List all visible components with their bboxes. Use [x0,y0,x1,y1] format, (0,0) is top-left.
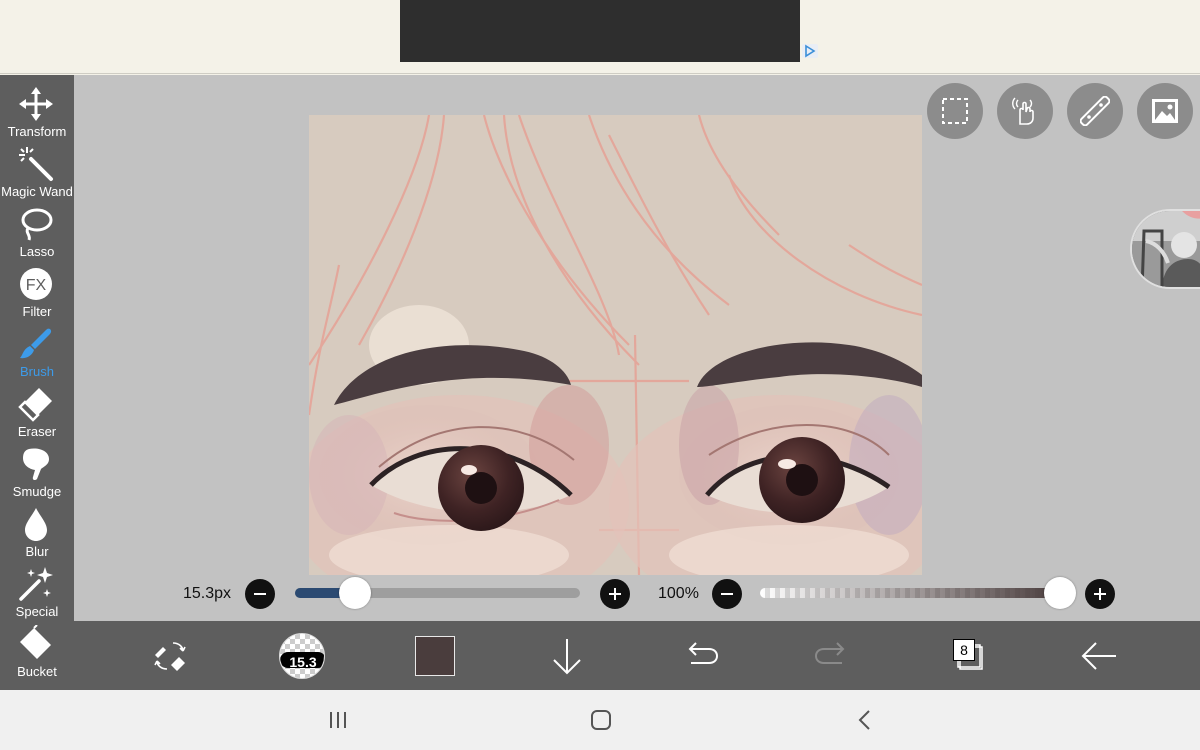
tool-magic-wand[interactable]: Magic Wand [0,142,74,202]
tool-label: Blur [25,544,49,559]
magic-wand-icon [17,145,55,183]
brush-size-label: 15.3px [183,585,232,602]
svg-text:FX: FX [26,277,47,294]
brush-size-decrease-button[interactable] [245,579,275,609]
ruler-button[interactable] [1067,83,1123,139]
lasso-icon [17,205,55,243]
color-picker-button[interactable] [415,636,455,676]
tool-label: Lasso [19,244,55,259]
ad-choices-icon[interactable] [802,44,818,58]
brush-icon [17,325,55,363]
tool-bucket[interactable]: Bucket [0,622,74,682]
tool-eraser[interactable]: Eraser [0,382,74,442]
opacity-decrease-button[interactable] [712,579,742,609]
home-button[interactable] [586,705,616,735]
opacity-increase-button[interactable] [1085,579,1115,609]
reference-image-button[interactable] [1137,83,1193,139]
plus-icon [1094,588,1106,600]
opacity-slider-track[interactable] [760,588,1060,598]
tool-label: Bucket [17,664,57,679]
tool-special[interactable]: Special [0,562,74,622]
eraser-icon [17,385,55,423]
tool-label: Transform [7,124,67,139]
tool-label: Magic Wand [1,184,73,199]
tool-label: Eraser [17,424,57,439]
drawing-canvas[interactable] [309,115,922,575]
recent-apps-icon [330,712,346,728]
undo-icon [688,642,719,664]
undo-button[interactable] [677,633,723,679]
gesture-button[interactable] [997,83,1053,139]
artwork [309,115,922,575]
home-icon [591,710,611,730]
bottom-action-bar: 15.3 8 [74,621,1200,690]
minus-icon [254,593,266,595]
chevron-left-icon [858,710,870,730]
tool-transform[interactable]: Transform [0,82,74,142]
tool-palette: Transform Magic Wand Lasso FX Filter Bru… [0,75,74,690]
ad-banner-area [0,0,1200,74]
tool-label: Brush [20,364,54,379]
tool-blur[interactable]: Blur [0,502,74,562]
brush-size-badge: 15.3 [289,654,317,670]
tool-label: Special [15,604,59,619]
tool-label: Smudge [12,484,62,499]
import-down-button[interactable] [544,633,590,679]
brush-size-slider-track[interactable] [295,588,580,598]
brush-size-button[interactable]: 15.3 [279,633,325,679]
photo-preview [1132,211,1200,287]
sparkle-icon [17,565,55,603]
swap-brush-eraser-icon [154,642,186,671]
bucket-icon [17,625,55,663]
layer-count: 8 [953,639,975,661]
tool-brush[interactable]: Brush [0,322,74,382]
plus-icon [609,588,621,600]
redo-button[interactable] [810,633,856,679]
minus-icon [721,593,733,595]
selection-button[interactable] [927,83,983,139]
tool-label: Filter [22,304,52,319]
system-back-button[interactable] [850,705,880,735]
arrow-down-icon [553,639,581,675]
redo-icon [814,642,845,664]
ruler-icon [1080,96,1110,126]
drop-icon [17,505,55,543]
fx-icon: FX [17,265,55,303]
system-navigation-bar [0,690,1200,750]
move-arrows-icon [17,85,55,123]
brush-size-slider-knob[interactable] [339,577,371,609]
arrow-left-icon [1081,642,1116,670]
tool-filter[interactable]: FX Filter [0,262,74,322]
opacity-slider-knob[interactable] [1044,577,1076,609]
reference-photo-thumbnail[interactable] [1130,209,1200,289]
smudge-icon [17,445,55,483]
tool-smudge[interactable]: Smudge [0,442,74,502]
brush-size-increase-button[interactable] [600,579,630,609]
image-icon [1152,99,1178,123]
canvas-workspace[interactable]: 15.3px 100% [74,75,1200,621]
gesture-hand-icon [1012,97,1034,125]
app-window: Transform Magic Wand Lasso FX Filter Bru… [0,0,1200,750]
ad-banner[interactable] [400,0,818,62]
back-button[interactable] [1076,633,1122,679]
selection-icon [942,98,968,124]
recent-apps-button[interactable] [323,705,353,735]
brush-eraser-toggle-button[interactable] [147,633,193,679]
opacity-label: 100% [658,585,699,602]
tool-lasso[interactable]: Lasso [0,202,74,262]
